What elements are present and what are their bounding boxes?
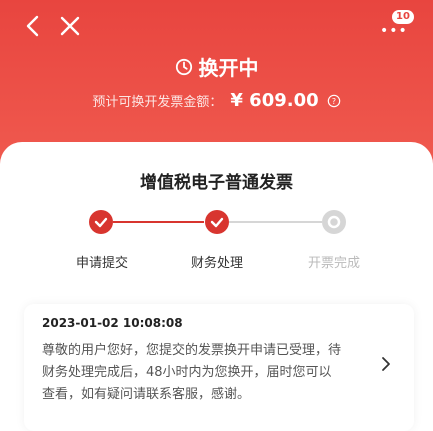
step-3-indicator xyxy=(322,210,346,234)
step-connector xyxy=(113,221,204,223)
status-message-card[interactable]: 2023-01-02 10:08:08 尊敬的用户您好，您提交的发票换开申请已受… xyxy=(24,304,414,431)
check-icon xyxy=(210,217,224,228)
info-icon[interactable]: ? xyxy=(327,94,341,108)
notification-badge: 10 xyxy=(392,10,414,24)
more-menu[interactable]: ••• 10 xyxy=(380,10,414,40)
message-body: 尊敬的用户您好，您提交的发票换开申请已受理，待财务处理完成后，48小时内为您换开… xyxy=(42,343,342,402)
step-2-indicator xyxy=(205,210,229,234)
amount-value: ¥ 609.00 xyxy=(230,90,319,111)
invoice-type-title: 增值税电子普通发票 xyxy=(140,173,293,193)
progress-steps: 申请提交 财务处理 开票完成 xyxy=(0,208,433,288)
amount-label: 预计可换开发票金额： xyxy=(92,95,223,110)
step-3-label: 开票完成 xyxy=(307,256,360,271)
step-connector xyxy=(229,221,322,223)
check-icon xyxy=(94,217,108,228)
status-text: 换开中 xyxy=(198,56,259,80)
step-1-label: 申请提交 xyxy=(75,256,128,271)
pending-dot-icon xyxy=(327,215,341,229)
more-dots-icon: ••• xyxy=(380,23,408,39)
message-timestamp: 2023-01-02 10:08:08 xyxy=(42,316,183,330)
clock-icon xyxy=(175,58,192,75)
svg-text:?: ? xyxy=(332,97,336,106)
chevron-right-icon[interactable] xyxy=(380,356,392,372)
amount-row: 预计可换开发票金额： ¥ 609.00 ? xyxy=(0,90,433,111)
back-arrow-icon[interactable] xyxy=(22,14,46,38)
close-icon[interactable] xyxy=(58,14,82,38)
progress-card: 增值税电子普通发票 申请提交 财务处理 开票完成 2023-01-02 10:0… xyxy=(0,142,433,431)
status-row: 换开中 xyxy=(0,52,433,81)
step-1-indicator xyxy=(89,210,113,234)
step-2-label: 财务处理 xyxy=(190,256,243,271)
